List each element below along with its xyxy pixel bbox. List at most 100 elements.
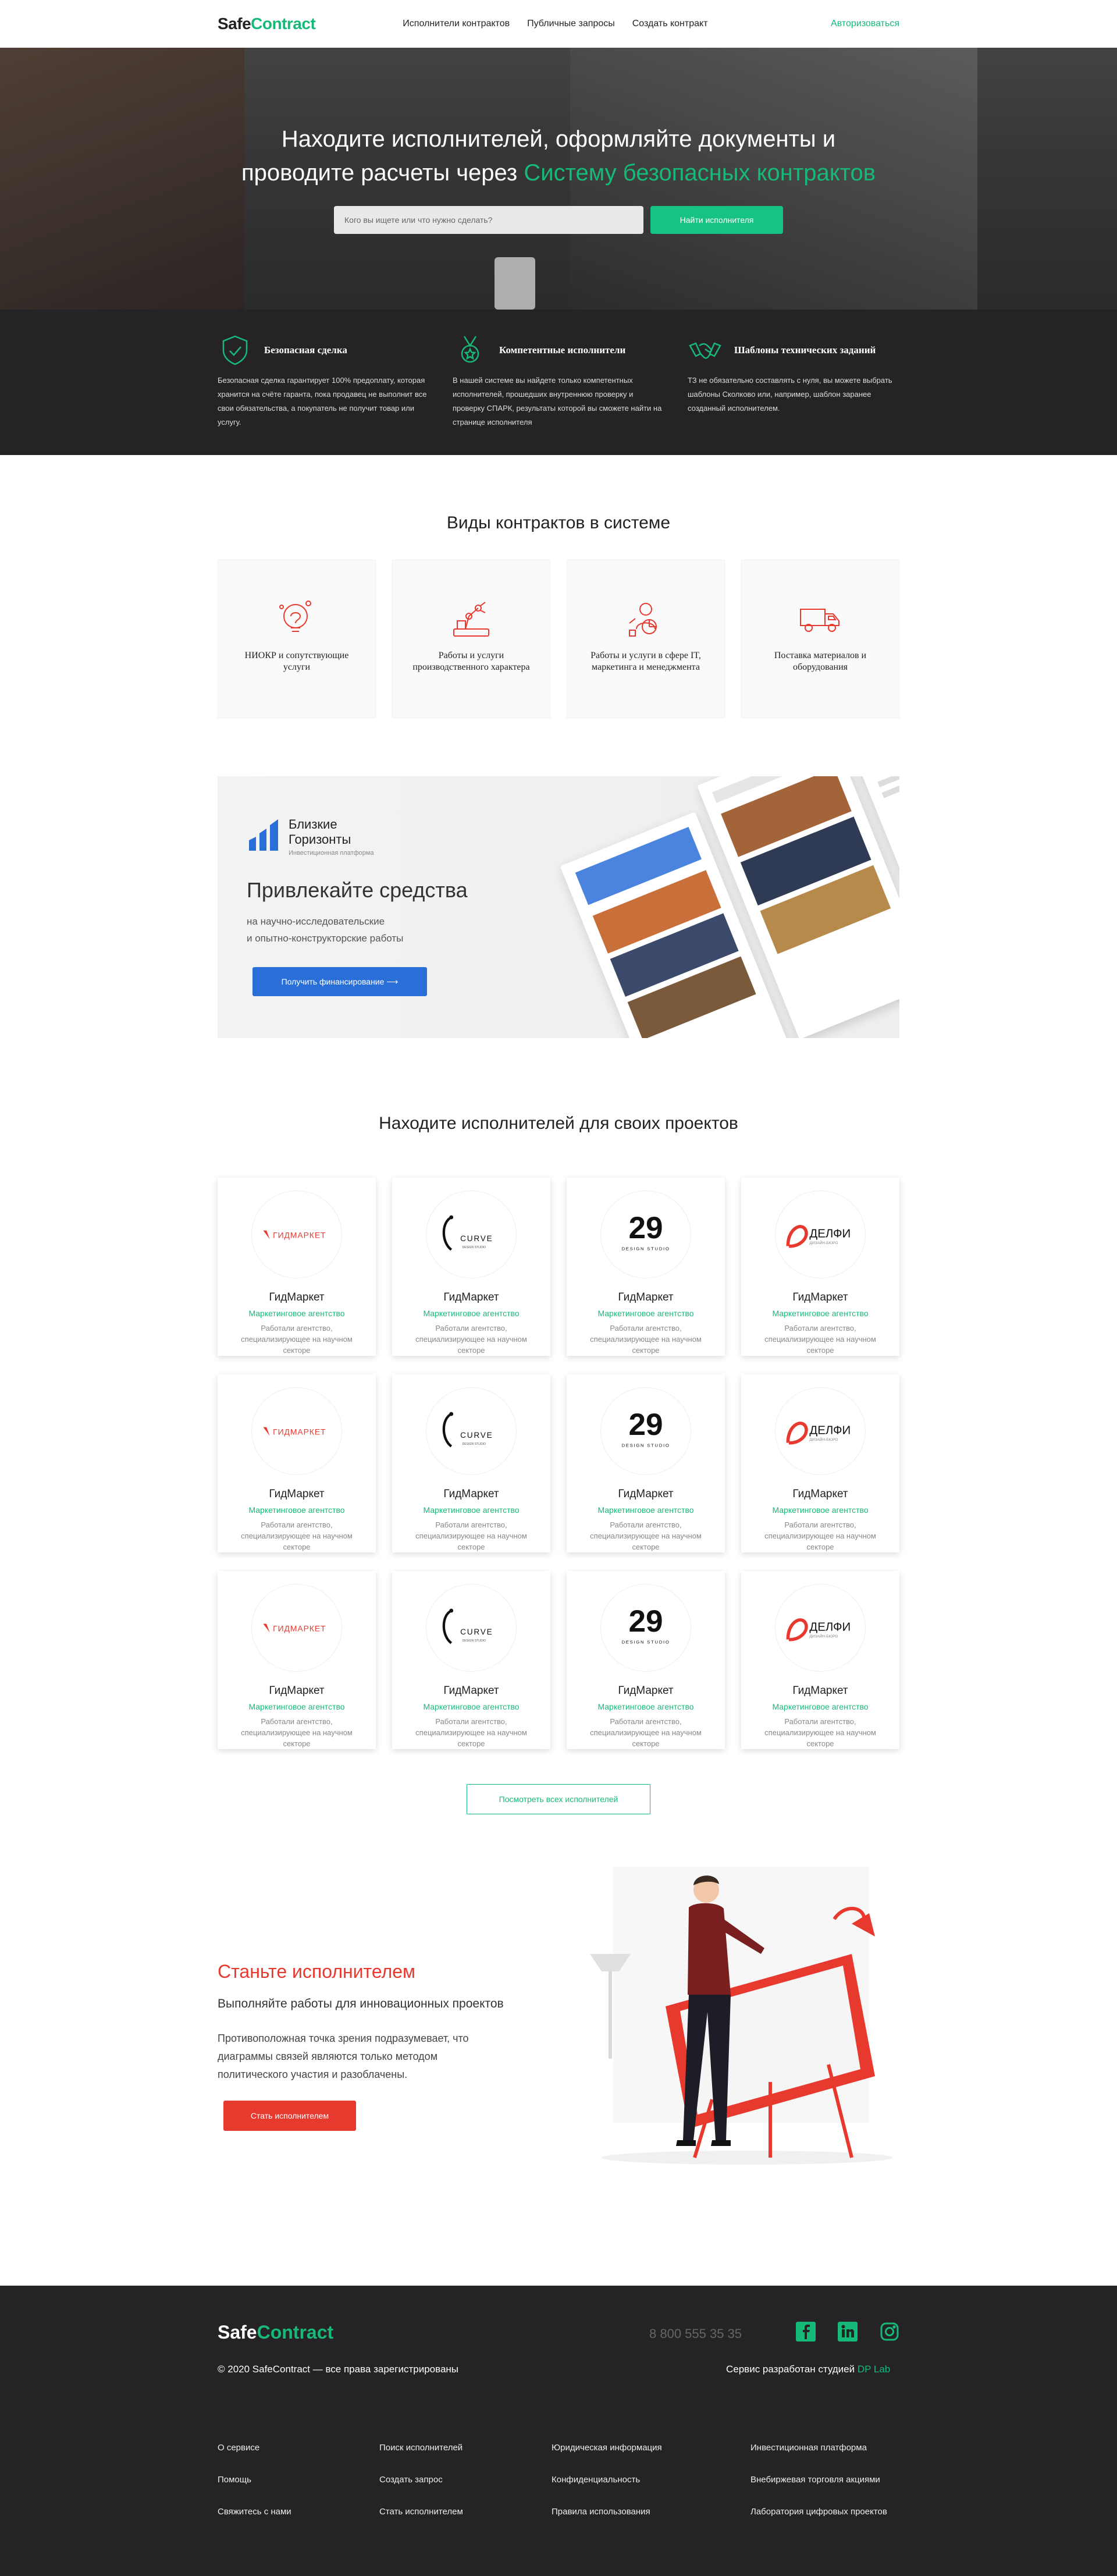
feature-text: Безопасная сделка гарантирует 100% предо… — [218, 376, 427, 427]
footer-logo[interactable]: SafeContract — [218, 2322, 333, 2343]
contract-type-it[interactable]: Работы и услуги в сфере IT, маркетинга и… — [567, 560, 725, 718]
main-nav: Исполнители контрактов Публичные запросы… — [403, 19, 707, 29]
executor-description: Работали агентство, специализирующее на … — [764, 1717, 876, 1748]
footer-column-3: Юридическая информация Конфиденциальност… — [552, 2443, 750, 2517]
executor-card[interactable]: 29 DESIGN STUDIO ГидМаркет Маркетинговое аг… — [567, 1178, 725, 1356]
executor-card[interactable]: CURVE DESIGN STUDIO ГидМаркет Маркетинговое… — [392, 1571, 550, 1749]
executor-card[interactable]: CURVE DESIGN STUDIO ГидМаркет Маркетинговое… — [392, 1178, 550, 1356]
footer-link[interactable]: Конфиденциальность — [552, 2475, 750, 2485]
executor-description: Работали агентство, специализирующее на … — [590, 1717, 702, 1748]
footer-link[interactable]: Поиск исполнителей — [379, 2443, 552, 2453]
executor-name: ГидМаркет — [792, 1291, 848, 1303]
executor-name: ГидМаркет — [792, 1685, 848, 1697]
designer-illustration — [590, 1867, 892, 2165]
feature-title: Компетентные исполнители — [499, 344, 626, 356]
contract-type-label: Работы и услуги в сфере IT, маркетинга и… — [590, 651, 701, 672]
banner-desc-line2: и опытно-конструкторские работы — [247, 933, 404, 944]
hero-search-input[interactable]: Кого вы ищете или что нужно сделать? — [334, 206, 643, 234]
footer-phone[interactable]: 8 800 555 35 35 — [649, 2326, 742, 2342]
footer-link[interactable]: Внебиржевая торговля акциями — [750, 2475, 887, 2485]
executor-description: Работали агентство, специализирующее на … — [241, 1717, 353, 1748]
executor-card[interactable]: ГИДМАРКЕТ ГидМаркет Маркетинговое агентств… — [218, 1374, 376, 1552]
footer-dev-text: Сервис разработан студией — [726, 2364, 858, 2375]
hero-title-line2: проводите расчеты через — [241, 160, 524, 186]
footer-column-2: Поиск исполнителей Создать запрос Стать … — [379, 2443, 552, 2517]
nav-link-public-requests[interactable]: Публичные запросы — [527, 19, 615, 29]
logo-word: 29 — [628, 1604, 663, 1639]
executor-card[interactable]: ГИДМАРКЕТ ГидМаркет Маркетинговое агентств… — [218, 1571, 376, 1749]
executor-card[interactable]: ДЕЛФИ ДИЗАЙН-БЮРО ГидМаркет Маркетинговое а… — [741, 1571, 899, 1749]
horizons-logo-icon — [249, 819, 278, 851]
logo-subword: DESIGN STUDIO — [463, 1246, 486, 1249]
executor-type: Маркетинговое агентство — [248, 1309, 345, 1318]
executor-description: Работали агентство, специализирующее на … — [241, 1520, 353, 1551]
feature-safe-deal: Безопасная сделка Безопасная сделка гара… — [218, 333, 429, 429]
handshake-icon — [689, 342, 721, 359]
executor-card[interactable]: 29 DESIGN STUDIO ГидМаркет Маркетинговое аг… — [567, 1571, 725, 1749]
hero-section: Находите исполнителей, оформляйте докуме… — [0, 48, 1117, 310]
executor-card[interactable]: ГИДМАРКЕТ ГидМаркет Маркетинговое агентств… — [218, 1178, 376, 1356]
become-executor-section: Станьте исполнителем Выполняйте работы д… — [218, 1814, 899, 2222]
logo-word: ГИДМАРКЕТ — [273, 1427, 326, 1436]
design-29-logo: 29 DESIGN STUDIO — [600, 1584, 691, 1672]
get-funding-button[interactable]: Получить финансирование ⟶ — [252, 967, 427, 996]
contract-type-research[interactable]: НИОКР и сопутствующие услуги — [218, 560, 376, 718]
feature-text: ТЗ не обязательно составлять с нуля, вы … — [688, 376, 892, 413]
logo-text-contract: Contract — [251, 15, 316, 33]
curve-logo: CURVE DESIGN STUDIO — [426, 1191, 517, 1278]
executor-card[interactable]: ДЕЛФИ ДИЗАЙН-БЮРО ГидМаркет Маркетинговое а… — [741, 1374, 899, 1552]
delfi-logo: ДЕЛФИ ДИЗАЙН-БЮРО — [775, 1584, 866, 1672]
footer-link[interactable]: Помощь — [218, 2475, 379, 2485]
footer-link[interactable]: Стать исполнителем — [379, 2507, 552, 2517]
footer-logo-safe: Safe — [218, 2322, 257, 2343]
footer-link[interactable]: Создать запрос — [379, 2475, 552, 2485]
login-link[interactable]: Авторизоваться — [831, 19, 899, 29]
executor-card[interactable]: ДЕЛФИ ДИЗАЙН-БЮРО ГидМаркет Маркетинговое а… — [741, 1178, 899, 1356]
footer-logo-contract: Contract — [257, 2322, 334, 2343]
footer-link[interactable]: Лаборатория цифровых проектов — [750, 2507, 887, 2517]
footer-columns: О сервисе Помощь Свяжитесь с нами Поиск … — [218, 2443, 899, 2517]
executor-name: ГидМаркет — [618, 1291, 674, 1303]
instagram-icon[interactable] — [880, 2322, 899, 2342]
banner-desc-line1: на научно-исследовательские — [247, 916, 385, 927]
executor-type: Маркетинговое агентство — [423, 1309, 520, 1318]
footer-link[interactable]: Правила использования — [552, 2507, 750, 2517]
site-logo[interactable]: SafeContract — [218, 15, 316, 33]
logo-subword: DESIGN STUDIO — [621, 1639, 670, 1644]
contract-type-supply[interactable]: Поставка материалов и оборудования — [741, 560, 899, 718]
executor-name: ГидМаркет — [269, 1488, 325, 1500]
logo-subword: DESIGN STUDIO — [621, 1246, 670, 1251]
executor-type: Маркетинговое агентство — [772, 1505, 869, 1515]
view-all-executors-button[interactable]: Посмотреть всех исполнителей — [467, 1784, 650, 1814]
facebook-icon[interactable] — [796, 2322, 816, 2342]
footer-link[interactable]: Свяжитесь с нами — [218, 2507, 379, 2517]
footer-link[interactable]: О сервисе — [218, 2443, 379, 2453]
find-executor-button[interactable]: Найти исполнителя — [650, 206, 783, 234]
executor-type: Маркетинговое агентство — [597, 1505, 694, 1515]
nav-link-executors[interactable]: Исполнители контрактов — [403, 19, 510, 29]
contract-type-label: Поставка материалов и оборудования — [774, 651, 867, 672]
footer-dev-link[interactable]: DP Lab — [858, 2364, 890, 2375]
brand-line1: Близкие — [289, 817, 337, 832]
executor-card[interactable]: CURVE DESIGN STUDIO ГидМаркет Маркетинговое… — [392, 1374, 550, 1552]
banner-description: на научно-исследовательские и опытно-кон… — [247, 913, 403, 947]
footer-link[interactable]: Юридическая информация — [552, 2443, 750, 2453]
logo-word: ДЕЛФИ — [809, 1227, 851, 1240]
logo-subword: ДИЗАЙН-БЮРО — [809, 1436, 838, 1441]
become-executor-button[interactable]: Стать исполнителем — [223, 2101, 356, 2131]
become-text: Противоположная точка зрения подразумева… — [218, 2033, 469, 2080]
contract-type-production[interactable]: Работы и услуги производственного характ… — [392, 560, 550, 718]
curve-logo: CURVE DESIGN STUDIO — [426, 1584, 517, 1672]
research-icon — [279, 601, 311, 632]
executor-name: ГидМаркет — [443, 1685, 499, 1697]
logo-subword: ДИЗАЙН-БЮРО — [809, 1239, 838, 1245]
site-footer: SafeContract 8 800 555 35 35 © 2020 Safe… — [0, 2286, 1117, 2576]
logo-text-safe: Safe — [218, 15, 251, 33]
linkedin-icon[interactable] — [838, 2322, 858, 2342]
executor-name: ГидМаркет — [618, 1685, 674, 1697]
executor-card[interactable]: 29 DESIGN STUDIO ГидМаркет Маркетинговое аг… — [567, 1374, 725, 1552]
footer-column-1: О сервисе Помощь Свяжитесь с нами — [218, 2443, 379, 2517]
logo-word: ГИДМАРКЕТ — [273, 1230, 326, 1239]
nav-link-create-contract[interactable]: Создать контракт — [632, 19, 708, 29]
footer-link[interactable]: Инвестиционная платформа — [750, 2443, 887, 2453]
